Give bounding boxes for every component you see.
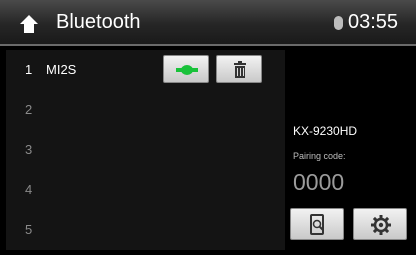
paired-device-list: 1 MI2S 2 3 4 5: [6, 50, 285, 250]
device-row-2[interactable]: 2: [6, 90, 285, 131]
header-divider: [0, 44, 416, 46]
search-device-icon: [310, 214, 324, 235]
device-info-panel: KX-9230HD Pairing code: 0000: [290, 50, 410, 250]
connect-button[interactable]: [163, 55, 209, 83]
bluetooth-status-icon: [334, 16, 343, 30]
head-unit-name: KX-9230HD: [293, 124, 358, 138]
page-title: Bluetooth: [56, 11, 141, 33]
connect-plug-icon: [176, 65, 198, 75]
device-row-3[interactable]: 3: [6, 130, 285, 171]
pairing-code: 0000: [293, 169, 345, 195]
device-number: 5: [25, 222, 33, 237]
search-device-button[interactable]: [290, 208, 344, 240]
device-number: 3: [25, 142, 33, 157]
device-number: 4: [25, 182, 33, 197]
title-bar: Bluetooth 03:55: [0, 0, 416, 44]
settings-button[interactable]: [353, 208, 407, 240]
pairing-code-label: Pairing code:: [293, 151, 346, 161]
trash-icon: [234, 61, 246, 78]
home-icon[interactable]: [20, 15, 38, 33]
gear-icon: [371, 215, 391, 235]
device-number: 2: [25, 102, 33, 117]
device-row-5[interactable]: 5: [6, 210, 285, 250]
device-row-4[interactable]: 4: [6, 170, 285, 211]
clock: 03:55: [348, 11, 399, 33]
device-name: MI2S: [46, 62, 77, 77]
device-number: 1: [25, 62, 33, 77]
device-row-1[interactable]: 1 MI2S: [6, 50, 285, 91]
delete-button[interactable]: [216, 55, 262, 83]
